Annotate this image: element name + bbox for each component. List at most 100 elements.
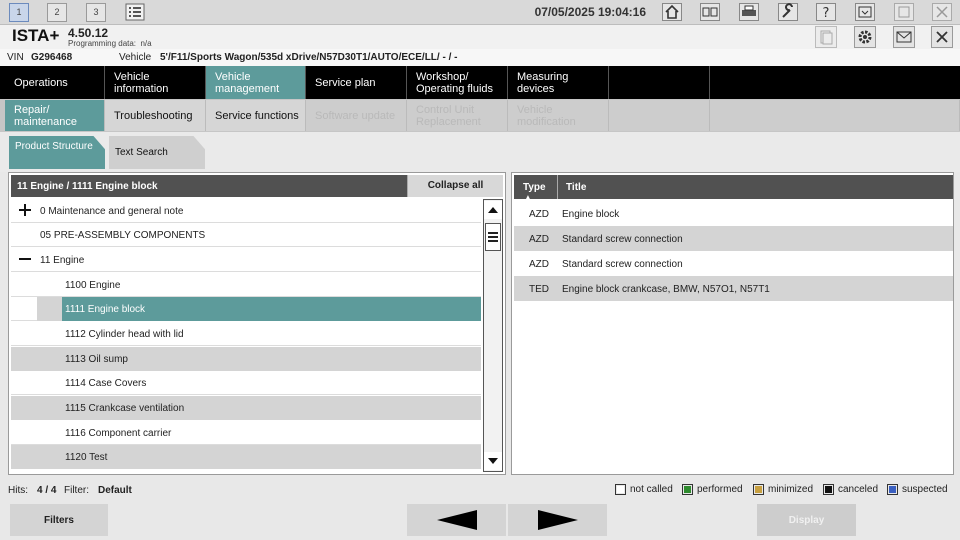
- collapse-icon[interactable]: [17, 251, 33, 267]
- nav-workshop-fluids[interactable]: Workshop/ Operating fluids: [407, 66, 508, 99]
- legend-swatch: [753, 484, 764, 495]
- close-session-icon[interactable]: [931, 26, 953, 48]
- sub-nav: Repair/ maintenance Troubleshooting Serv…: [0, 99, 960, 132]
- scroll-down-icon[interactable]: [484, 452, 502, 470]
- view-tabs: Product Structure Text Search: [0, 132, 960, 172]
- documents-panel: Type ▲ Title AZD Engine block AZD Standa…: [511, 172, 954, 475]
- document-title: Engine block: [562, 209, 620, 220]
- session-tab-3[interactable]: 3: [86, 3, 106, 22]
- nav-operations[interactable]: Operations: [5, 66, 105, 99]
- document-title: Standard screw connection: [562, 234, 683, 245]
- nav-vehicle-management[interactable]: Vehicle management: [206, 66, 306, 99]
- document-row[interactable]: AZD Standard screw connection: [514, 226, 953, 251]
- legend-label: canceled: [838, 484, 879, 495]
- legend-label: not called: [630, 484, 673, 495]
- app-version: 4.50.12: [68, 26, 109, 40]
- vehicle-info-row: VIN G296468 Vehicle 5'/F11/Sports Wagon/…: [0, 49, 960, 66]
- vehicle-label: Vehicle: [119, 52, 152, 63]
- tree-row-selected[interactable]: 1111 Engine block: [11, 297, 481, 321]
- tree-row[interactable]: 1115 Crankcase ventilation: [11, 396, 481, 420]
- document-type: AZD: [529, 209, 549, 220]
- minimize-icon[interactable]: [854, 2, 876, 22]
- wrench-icon[interactable]: [777, 2, 799, 22]
- nav-vehicle-information[interactable]: Vehicle information: [105, 66, 206, 99]
- document-type: TED: [529, 284, 549, 295]
- previous-button[interactable]: [407, 504, 506, 536]
- scroll-thumb[interactable]: [485, 223, 501, 251]
- vehicle-card-icon[interactable]: [699, 2, 721, 22]
- arrow-right-icon: [537, 510, 578, 530]
- column-header-title[interactable]: Title: [566, 182, 586, 193]
- document-row[interactable]: TED Engine block crankcase, BMW, N57O1, …: [514, 276, 953, 301]
- tab-product-structure[interactable]: Product Structure: [9, 136, 105, 169]
- legend-swatch: [823, 484, 834, 495]
- legend-swatch: [615, 484, 626, 495]
- product-structure-panel: 11 Engine / 1111 Engine block Collapse a…: [8, 172, 506, 475]
- tree-item-label: 1111 Engine block: [65, 304, 146, 315]
- document-title: Engine block crankcase, BMW, N57O1, N57T…: [562, 284, 770, 295]
- filter-value: Default: [98, 485, 132, 496]
- app-name: ISTA+: [12, 26, 60, 45]
- filters-button[interactable]: Filters: [10, 504, 108, 536]
- tree-row[interactable]: 1116 Component carrier: [11, 421, 481, 445]
- tree-item-label: 11 Engine: [40, 255, 85, 266]
- nav-service-plan[interactable]: Service plan: [306, 66, 407, 99]
- tree-row[interactable]: 0 Maintenance and general note: [11, 199, 481, 223]
- legend-swatch: [682, 484, 693, 495]
- document-title: Standard screw connection: [562, 259, 683, 270]
- subnav-repair-maintenance[interactable]: Repair/ maintenance: [5, 100, 105, 131]
- mail-icon[interactable]: [893, 26, 915, 48]
- home-icon[interactable]: [661, 2, 683, 22]
- subnav-troubleshooting[interactable]: Troubleshooting: [105, 100, 206, 131]
- tree-item-label: 1112 Cylinder head with lid: [65, 329, 184, 340]
- subnav-empty-1: [609, 100, 710, 131]
- status-bar: Hits: 4 / 4 Filter: Default not called p…: [0, 480, 960, 500]
- scroll-up-icon[interactable]: [484, 201, 502, 219]
- main-nav: Operations Vehicle information Vehicle m…: [0, 66, 960, 99]
- list-icon[interactable]: [124, 2, 146, 22]
- session-tab-1[interactable]: 1: [9, 3, 29, 22]
- programming-value: n/a: [140, 39, 152, 48]
- tree-item-label: 05 PRE-ASSEMBLY COMPONENTS: [40, 230, 206, 241]
- nav-measuring-devices[interactable]: Measuring devices: [508, 66, 609, 99]
- arrow-left-icon: [436, 510, 477, 530]
- document-type: AZD: [529, 259, 549, 270]
- document-row[interactable]: AZD Standard screw connection: [514, 251, 953, 276]
- subnav-empty-2: [710, 100, 960, 131]
- vehicle-value: 5'/F11/Sports Wagon/535d xDrive/N57D30T1…: [160, 52, 458, 63]
- app-header: ISTA+ 4.50.12 Programming data: n/a: [0, 25, 960, 49]
- tree-scrollbar[interactable]: [483, 199, 503, 472]
- vin-label: VIN: [7, 52, 24, 63]
- tree-row[interactable]: 1120 Test: [11, 445, 481, 469]
- print-icon[interactable]: [738, 2, 760, 22]
- document-type: AZD: [529, 234, 549, 245]
- document-row[interactable]: AZD Engine block: [514, 201, 953, 226]
- tree-row[interactable]: 1100 Engine: [11, 273, 481, 297]
- tab-text-search[interactable]: Text Search: [109, 136, 205, 169]
- programming-label: Programming data:: [68, 39, 137, 48]
- tree-row[interactable]: 05 PRE-ASSEMBLY COMPONENTS: [11, 223, 481, 247]
- document-icon[interactable]: [815, 26, 837, 48]
- help-icon[interactable]: ?: [815, 2, 837, 22]
- restore-icon[interactable]: [893, 2, 915, 22]
- tree-row[interactable]: 11 Engine: [11, 248, 481, 272]
- close-app-icon[interactable]: [931, 2, 953, 22]
- svg-text:?: ?: [823, 6, 830, 21]
- subnav-software-update: Software update: [306, 100, 407, 131]
- session-tab-2[interactable]: 2: [47, 3, 67, 22]
- tree-row[interactable]: 1112 Cylinder head with lid: [11, 322, 481, 346]
- datetime: 07/05/2025 19:04:16: [534, 5, 646, 19]
- expand-icon[interactable]: [17, 202, 33, 218]
- settings-icon[interactable]: [854, 26, 876, 48]
- subnav-vehicle-modification: Vehicle modification: [508, 100, 609, 131]
- next-button[interactable]: [508, 504, 607, 536]
- tree-item-label: 1115 Crankcase ventilation: [65, 403, 185, 414]
- legend-not-called: not called: [615, 484, 673, 495]
- tree-row[interactable]: 1113 Oil sump: [11, 347, 481, 371]
- tree-row[interactable]: 1114 Case Covers: [11, 371, 481, 395]
- tree-item-label: 1120 Test: [65, 452, 108, 463]
- subnav-service-functions[interactable]: Service functions: [206, 100, 306, 131]
- filter-label: Filter:: [64, 485, 89, 496]
- column-header-type[interactable]: Type ▲: [514, 175, 558, 204]
- collapse-all-button[interactable]: Collapse all: [407, 175, 503, 197]
